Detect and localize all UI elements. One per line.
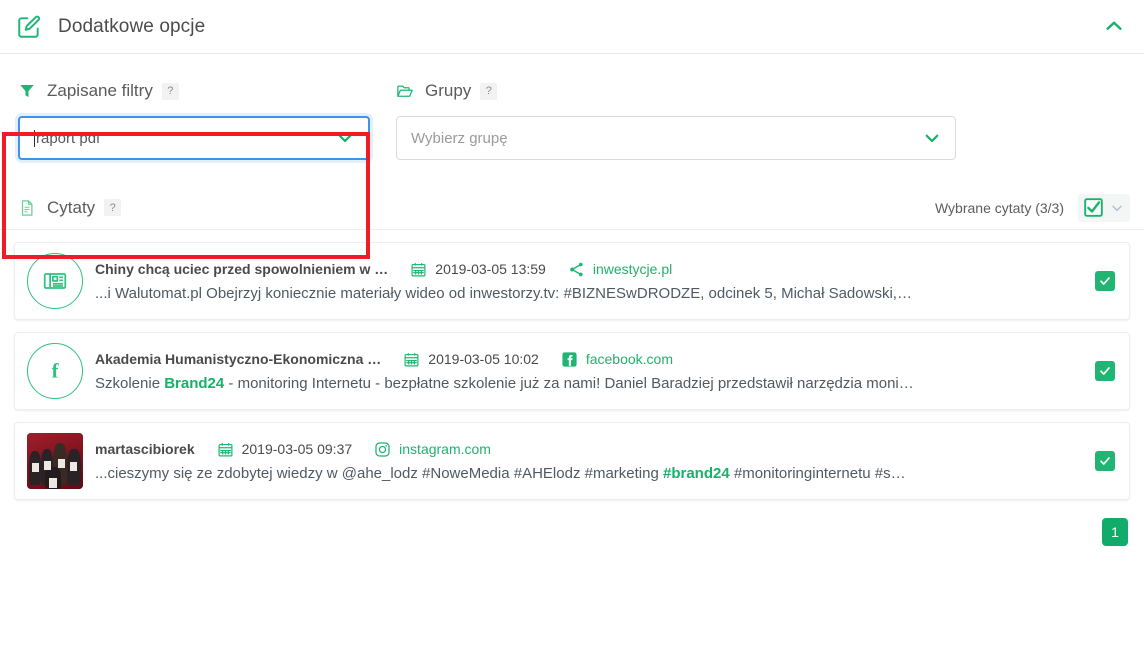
groups-select[interactable]: Wybierz grupę — [396, 116, 956, 160]
quote-select-checkbox[interactable] — [1095, 361, 1115, 381]
check-icon — [1100, 367, 1110, 375]
selected-quotes-count: Wybrane cytaty (3/3) — [934, 199, 1064, 216]
quote-date-group: 2019-03-05 09:37 — [217, 441, 353, 458]
quotes-header-actions: Wybrane cytaty (3/3) — [934, 193, 1130, 222]
quote-date: 2019-03-05 09:37 — [241, 441, 353, 457]
quote-text-part: - monitoring Internetu - bezpłatne szkol… — [224, 374, 914, 392]
chevron-down-icon[interactable] — [336, 129, 354, 147]
instagram-icon — [374, 441, 391, 458]
quote-text: Szkolenie Brand24 - monitoring Internetu… — [95, 375, 1075, 392]
quote-text-highlight: Brand24 — [164, 374, 225, 392]
photo-paper — [70, 462, 77, 471]
groups-field: Grupy ? Wybierz grupę — [396, 76, 956, 186]
quotes-help-icon[interactable]: ? — [104, 199, 122, 216]
share-icon — [568, 261, 585, 278]
quote-date: 2019-03-05 13:59 — [435, 261, 546, 277]
card-body: Chiny chcą uciec przed spowolnieniem w …… — [95, 261, 1075, 302]
quote-text-part: #monitoringinternetu #s… — [729, 464, 906, 482]
saved-filters-value: raport pdf — [36, 129, 101, 147]
photo-paper — [44, 461, 51, 470]
chevron-down-icon[interactable] — [1110, 201, 1124, 215]
pagination: 1 — [0, 512, 1144, 546]
quote-text-part: ...cieszymy się ze zdobytej wiedzy w @ah… — [95, 464, 663, 482]
saved-filters-label-row: Zapisane filtry ? — [18, 76, 370, 106]
page-button-1[interactable]: 1 — [1102, 518, 1128, 546]
quote-text: ...cieszymy się ze zdobytej wiedzy w @ah… — [95, 465, 1075, 482]
quote-text: ...i Walutomat.pl Obejrzyj koniecznie ma… — [95, 285, 1075, 302]
quotes-header: Cytaty ? Wybrane cytaty (3/3) — [0, 186, 1144, 230]
chevron-up-icon — [1106, 21, 1122, 30]
photo-paper — [49, 478, 57, 488]
funnel-filter-icon — [18, 82, 36, 100]
folder-icon — [396, 82, 414, 100]
edit-pencil-icon — [16, 14, 42, 40]
facebook-square-icon — [561, 351, 578, 368]
groups-placeholder: Wybierz grupę — [411, 129, 508, 147]
select-all-quotes-control[interactable] — [1078, 193, 1130, 222]
quote-date: 2019-03-05 10:02 — [428, 351, 539, 367]
card-body: Akademia Humanistyczno-Ekonomiczna … 201… — [95, 351, 1075, 392]
card-meta: martascibiorek 2019-03-05 09:37 instagra… — [95, 441, 1075, 458]
calendar-icon — [410, 261, 427, 278]
document-icon — [18, 199, 36, 217]
quote-author: Chiny chcą uciec przed spowolnieniem w … — [95, 261, 389, 277]
card-meta: Chiny chcą uciec przed spowolnieniem w …… — [95, 261, 1075, 278]
quote-source-group[interactable]: facebook.com — [561, 351, 673, 368]
groups-label-row: Grupy ? — [396, 76, 956, 106]
quote-card[interactable]: f Akademia Humanistyczno-Ekonomiczna … 2… — [14, 332, 1130, 410]
facebook-icon: f — [52, 361, 60, 383]
collapse-panel-button[interactable] — [1094, 6, 1134, 46]
quote-source-group[interactable]: inwestycje.pl — [568, 261, 672, 278]
saved-filters-label: Zapisane filtry — [47, 81, 153, 100]
page-title: Dodatkowe opcje — [58, 15, 206, 37]
check-icon — [1100, 457, 1110, 465]
quote-source-link[interactable]: inwestycje.pl — [593, 261, 672, 277]
quote-select-checkbox[interactable] — [1095, 271, 1115, 291]
saved-filters-field: Zapisane filtry ? raport pdf — [18, 76, 370, 186]
quote-card[interactable]: martascibiorek 2019-03-05 09:37 instagra… — [14, 422, 1130, 500]
news-icon — [43, 273, 67, 289]
quote-source-link[interactable]: facebook.com — [586, 351, 673, 367]
saved-filters-help-icon[interactable]: ? — [161, 82, 179, 100]
chevron-down-icon[interactable] — [923, 129, 941, 147]
quote-author: Akademia Humanistyczno-Ekonomiczna … — [95, 351, 382, 367]
select-all-checkbox[interactable] — [1084, 198, 1103, 217]
panel-header: Dodatkowe opcje — [0, 0, 1144, 54]
quotes-list: Chiny chcą uciec przed spowolnieniem w …… — [0, 230, 1144, 500]
avatar: f — [27, 343, 83, 399]
photo-paper — [32, 463, 39, 472]
avatar-photo-thumbnail — [27, 433, 83, 489]
svg-text:f: f — [52, 361, 60, 383]
calendar-icon — [217, 441, 234, 458]
quotes-label: Cytaty — [47, 197, 96, 217]
groups-help-icon[interactable]: ? — [480, 82, 498, 100]
groups-label: Grupy — [425, 81, 472, 100]
quote-text-part: ...i Walutomat.pl Obejrzyj koniecznie ma… — [95, 284, 912, 302]
card-body: martascibiorek 2019-03-05 09:37 instagra… — [95, 441, 1075, 482]
saved-filters-select[interactable]: raport pdf — [18, 116, 370, 160]
quote-author: martascibiorek — [95, 441, 195, 457]
quote-date-group: 2019-03-05 13:59 — [410, 261, 546, 278]
text-cursor — [34, 129, 35, 147]
photo-paper — [58, 459, 65, 468]
avatar — [27, 253, 83, 309]
card-meta: Akademia Humanistyczno-Ekonomiczna … 201… — [95, 351, 1075, 368]
quote-card[interactable]: Chiny chcą uciec przed spowolnieniem w …… — [14, 242, 1130, 320]
calendar-icon — [403, 351, 420, 368]
check-icon — [1100, 277, 1110, 285]
quote-text-part: Szkolenie — [95, 374, 165, 392]
quote-source-group[interactable]: instagram.com — [374, 441, 491, 458]
quote-source-link[interactable]: instagram.com — [399, 441, 491, 457]
filters-row: Zapisane filtry ? raport pdf Grupy ? Wyb… — [0, 54, 1144, 259]
quote-text-highlight: #brand24 — [662, 464, 730, 482]
quote-select-checkbox[interactable] — [1095, 451, 1115, 471]
quote-date-group: 2019-03-05 10:02 — [403, 351, 539, 368]
